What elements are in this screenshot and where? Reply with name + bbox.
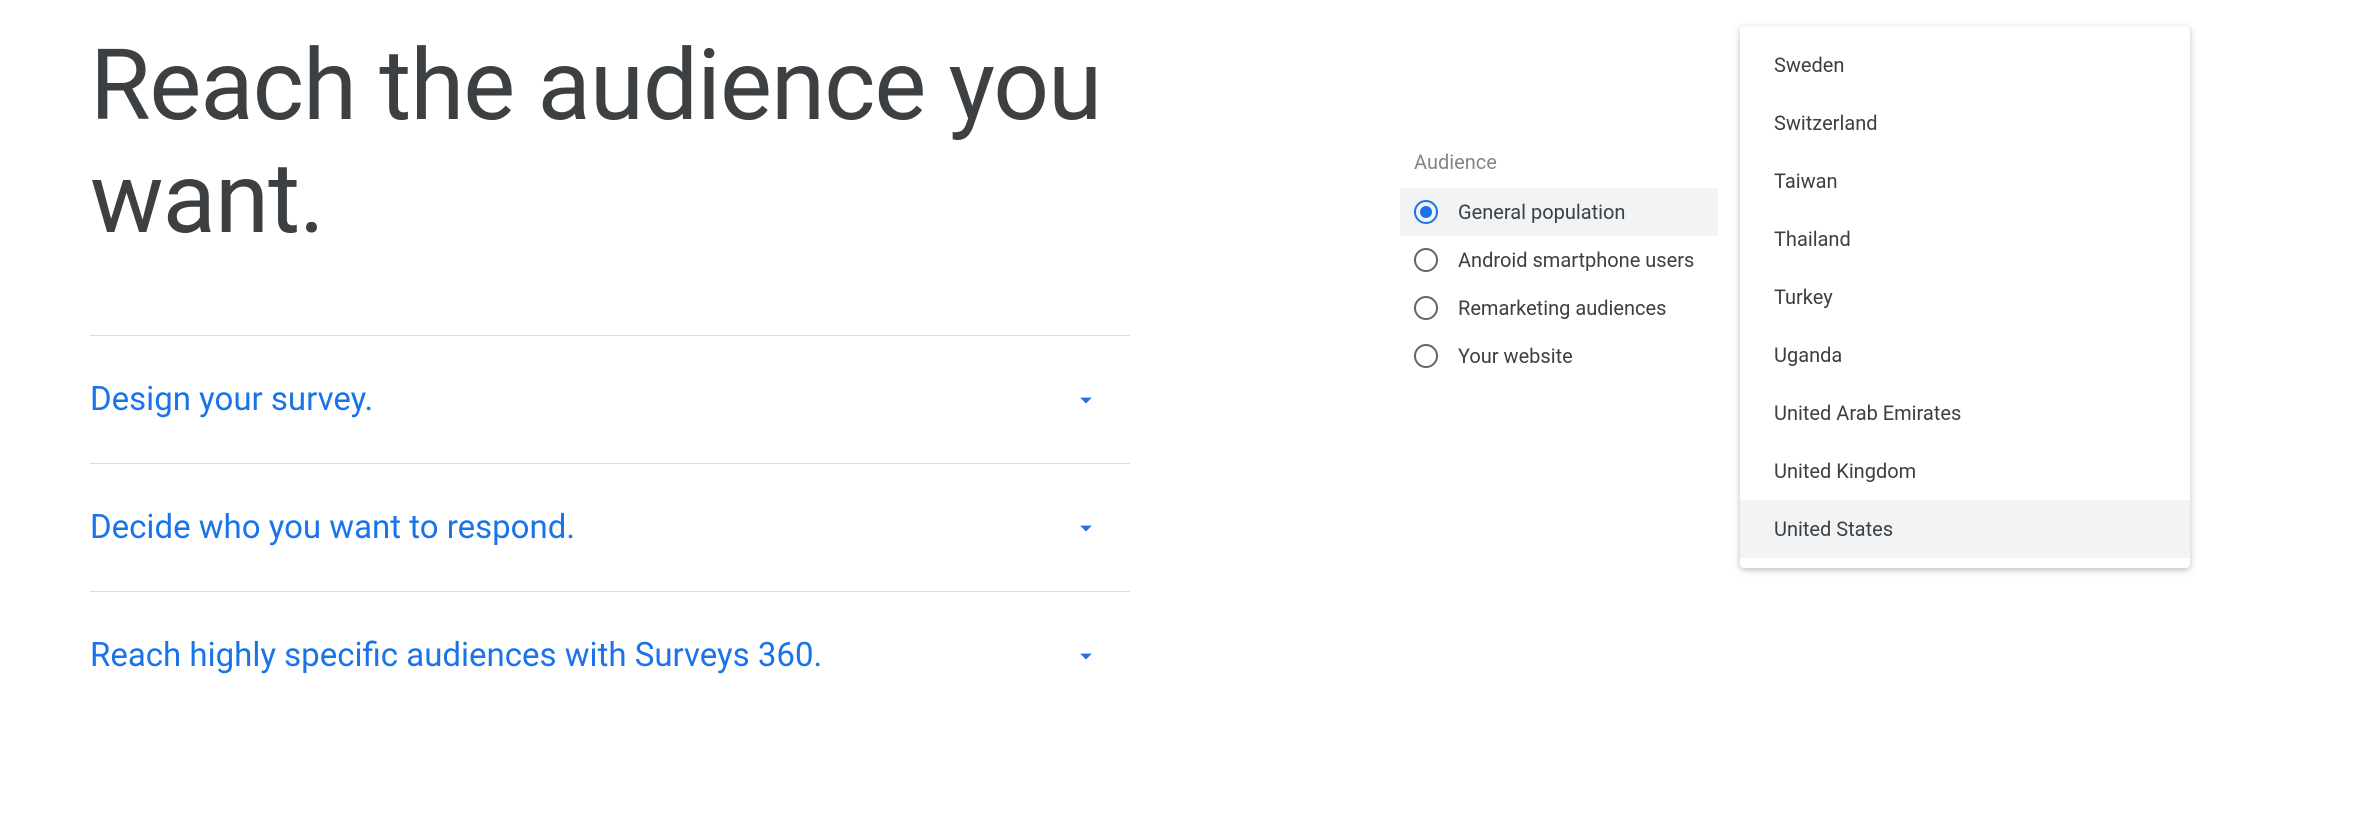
- radio-unchecked-icon: [1414, 296, 1438, 320]
- accordion-item-design[interactable]: Design your survey.: [90, 335, 1130, 463]
- dropdown-item-us[interactable]: United States: [1740, 500, 2190, 558]
- radio-label: Remarketing audiences: [1458, 296, 1666, 320]
- dropdown-item-taiwan[interactable]: Taiwan: [1740, 152, 2190, 210]
- left-content: Reach the audience you want. Design your…: [0, 0, 1200, 820]
- radio-option-website[interactable]: Your website: [1400, 332, 1718, 380]
- dropdown-item-uganda[interactable]: Uganda: [1740, 326, 2190, 384]
- radio-option-remarketing[interactable]: Remarketing audiences: [1400, 284, 1718, 332]
- accordion-label: Decide who you want to respond.: [90, 508, 575, 547]
- radio-label: General population: [1458, 200, 1625, 224]
- accordion-item-reach[interactable]: Reach highly specific audiences with Sur…: [90, 591, 1130, 719]
- radio-option-android[interactable]: Android smartphone users: [1400, 236, 1718, 284]
- radio-option-general-population[interactable]: General population: [1400, 188, 1718, 236]
- page-heading: Reach the audience you want.: [90, 30, 1140, 255]
- audience-panel: Audience General population Android smar…: [1400, 150, 1718, 380]
- accordion-label: Design your survey.: [90, 380, 373, 419]
- accordion-label: Reach highly specific audiences with Sur…: [90, 636, 822, 675]
- dropdown-item-turkey[interactable]: Turkey: [1740, 268, 2190, 326]
- chevron-down-icon: [1072, 642, 1100, 670]
- radio-unchecked-icon: [1414, 344, 1438, 368]
- dropdown-item-switzerland[interactable]: Switzerland: [1740, 94, 2190, 152]
- chevron-down-icon: [1072, 514, 1100, 542]
- radio-label: Your website: [1458, 344, 1573, 368]
- country-dropdown: Sweden Switzerland Taiwan Thailand Turke…: [1740, 26, 2190, 568]
- radio-checked-icon: [1414, 200, 1438, 224]
- accordion-item-decide[interactable]: Decide who you want to respond.: [90, 463, 1130, 591]
- radio-label: Android smartphone users: [1458, 248, 1694, 272]
- dropdown-item-uk[interactable]: United Kingdom: [1740, 442, 2190, 500]
- dropdown-item-sweden[interactable]: Sweden: [1740, 36, 2190, 94]
- dropdown-item-uae[interactable]: United Arab Emirates: [1740, 384, 2190, 442]
- right-content: Audience General population Android smar…: [1200, 0, 2360, 820]
- chevron-down-icon: [1072, 386, 1100, 414]
- radio-unchecked-icon: [1414, 248, 1438, 272]
- dropdown-item-thailand[interactable]: Thailand: [1740, 210, 2190, 268]
- audience-title: Audience: [1400, 150, 1718, 174]
